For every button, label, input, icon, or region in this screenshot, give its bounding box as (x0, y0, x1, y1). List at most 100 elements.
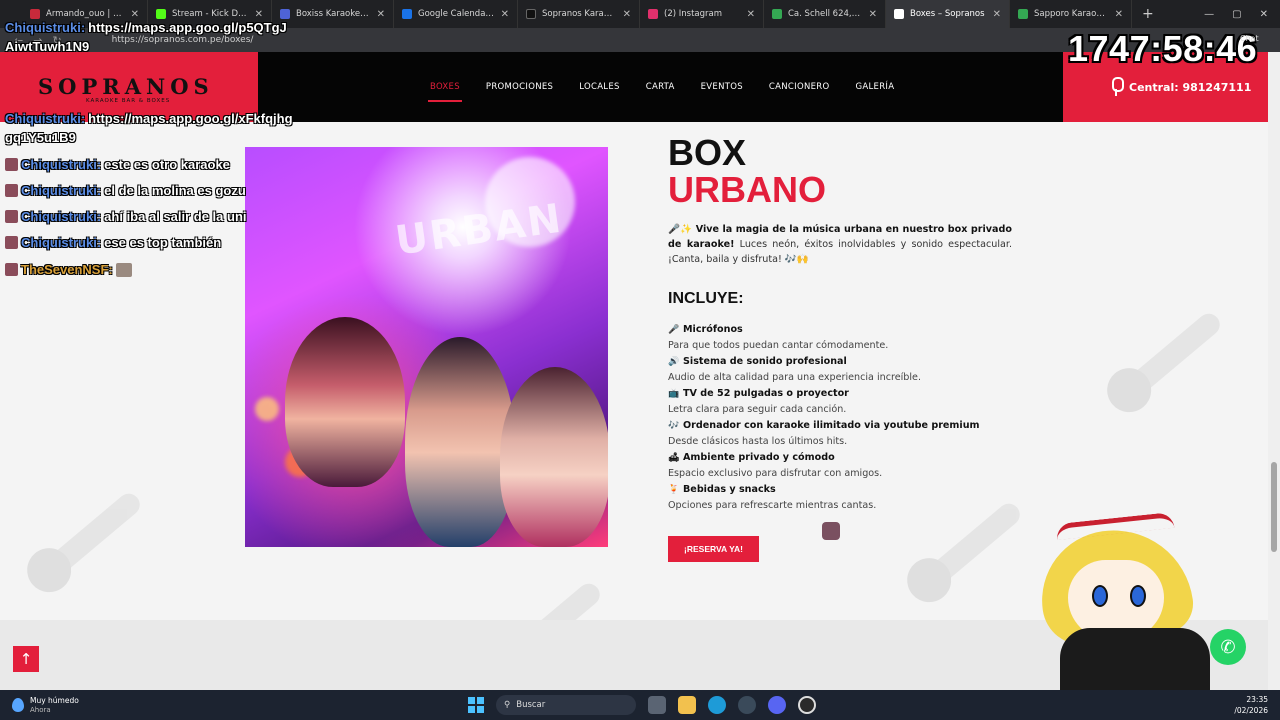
tab-9[interactable]: Sapporo Karaoke Bar &✕ (1010, 0, 1132, 28)
tab-7[interactable]: Ca. Schell 624, Miraflore✕ (764, 0, 886, 28)
minimize-icon[interactable]: — (1204, 9, 1214, 20)
feature-desc: Espacio exclusivo para disfrutar con ami… (668, 468, 883, 479)
new-tab-button[interactable]: + (1132, 6, 1164, 22)
close-tab-icon[interactable]: ✕ (869, 9, 877, 20)
task-view-icon[interactable] (648, 696, 666, 714)
character-eye-right (1130, 585, 1146, 607)
feature-title: Ambiente privado y cómodo (683, 452, 835, 463)
chat-text: https://maps.app.goo.gl/xFkfqjhg (88, 111, 293, 126)
avatar (5, 158, 18, 171)
humidity-icon (12, 698, 24, 712)
reserve-button[interactable]: ¡RESERVA YA! (668, 536, 759, 562)
chat-side-label[interactable]: Chat (1240, 34, 1259, 43)
close-tab-icon[interactable]: ✕ (501, 9, 509, 20)
feature-desc: Audio de alta calidad para una experienc… (668, 372, 922, 383)
arrow-up-icon: ↑ (19, 650, 33, 668)
nav-carta[interactable]: CARTA (646, 52, 675, 122)
chat-message: Chiquistruki: el de la molina es gozu (5, 183, 246, 198)
taskbar-search[interactable]: ⚲ Buscar (496, 695, 636, 715)
chat-username: TheSevenNSF: (21, 262, 113, 277)
weather-subtitle: Ahora (30, 706, 51, 714)
maps-icon (772, 9, 782, 19)
close-tab-icon[interactable]: ✕ (747, 9, 755, 20)
search-placeholder: Buscar (516, 700, 546, 710)
close-tab-icon[interactable]: ✕ (1115, 9, 1123, 20)
url-field[interactable]: https://sopranos.com.pe/boxes/ (112, 35, 254, 45)
tab-5[interactable]: Sopranos Karaoke & Bo✕ (518, 0, 640, 28)
nav-boxes[interactable]: BOXES (428, 52, 462, 122)
chat-username: Chiquistruki: (5, 20, 86, 35)
includes-heading: INCLUYE: (668, 290, 744, 307)
feature-computer: 🎶 Ordenador con karaoke ilimitado via you… (668, 418, 1028, 450)
tab-3[interactable]: Boxiss Karaoke - Dispon✕ (272, 0, 394, 28)
close-tab-icon[interactable]: ✕ (993, 9, 1001, 20)
cursor-icon (822, 522, 840, 540)
tab-8-active[interactable]: Boxes – Sopranos ✕ (886, 0, 1010, 28)
close-tab-icon[interactable]: ✕ (377, 9, 385, 20)
main-nav: BOXES PROMOCIONES LOCALES CARTA EVENTOS … (428, 52, 894, 122)
feature-desc: Para que todos puedan cantar cómodamente… (668, 340, 889, 351)
nav-eventos[interactable]: EVENTOS (701, 52, 743, 122)
anime-character-overlay (1030, 510, 1230, 690)
emote-icon (115, 262, 132, 277)
weather-widget[interactable]: Muy húmedo Ahora (0, 696, 79, 714)
tab-4[interactable]: Google Calendar - Sema✕ (394, 0, 518, 28)
chat-text: gq1Y5u1B9 (5, 130, 76, 145)
ccleaner-icon[interactable] (738, 696, 756, 714)
feature-title: TV de 52 pulgadas o proyector (683, 388, 849, 399)
stream-timer: 1747:58:46 (1068, 28, 1258, 69)
close-tab-icon[interactable]: ✕ (623, 9, 631, 20)
maps-icon (1018, 9, 1028, 19)
chat-message: Chiquistruki: ese es top también (5, 235, 221, 250)
chat-message: Chiquistruki: este es otro karaoke (5, 157, 230, 172)
nav-cancionero[interactable]: CANCIONERO (769, 52, 830, 122)
logo-subtitle: KARAOKE BAR & BOXES (86, 98, 171, 104)
feature-title: Ordenador con karaoke ilimitado via yout… (683, 420, 980, 431)
edge-icon[interactable] (708, 696, 726, 714)
obs-icon[interactable] (798, 696, 816, 714)
discord-icon[interactable] (768, 696, 786, 714)
instagram-icon (648, 9, 658, 19)
box-description: 🎤✨ Vive la magia de la música urbana en … (668, 222, 1012, 267)
close-window-icon[interactable]: ✕ (1260, 9, 1268, 20)
light-glow (255, 397, 279, 421)
chat-username: Chiquistruki: (5, 111, 86, 126)
chat-text: https://maps.app.goo.gl/p5QTgJ (88, 20, 287, 35)
scroll-to-top-button[interactable]: ↑ (13, 646, 39, 672)
box-urbano-photo: URBAN (245, 147, 608, 547)
background-mic-decoration (1125, 309, 1225, 397)
feature-title: Micrófonos (683, 324, 743, 335)
file-explorer-icon[interactable] (678, 696, 696, 714)
tab-favicon-icon (30, 9, 40, 19)
feature-list: 🎤 Micrófonos Para que todos puedan cantar… (668, 322, 1028, 514)
sopranos-favicon-icon (894, 9, 904, 19)
box-title-line2: URBANO (668, 169, 826, 210)
person-center (405, 337, 515, 547)
scrollbar-thumb[interactable] (1271, 462, 1277, 552)
chat-text: este es otro karaoke (104, 157, 230, 172)
avatar (5, 184, 18, 197)
avatar (5, 210, 18, 223)
maximize-icon[interactable]: ▢ (1232, 9, 1241, 20)
feature-drinks: 🍹 Bebidas y snacks Opciones para refresca… (668, 482, 1028, 514)
chat-message-cont: gq1Y5u1B9 (5, 130, 76, 145)
nav-promociones[interactable]: PROMOCIONES (486, 52, 553, 122)
tv-icon: 📺 (668, 388, 680, 399)
person-right (500, 367, 608, 547)
chat-text: el de la molina es gozu (104, 183, 246, 198)
nav-locales[interactable]: LOCALES (579, 52, 619, 122)
feature-title: Sistema de sonido profesional (683, 356, 847, 367)
feature-ambiente: 🛋 Ambiente privado y cómodo Espacio exclu… (668, 450, 1028, 482)
chat-text: ese es top también (104, 235, 222, 250)
nav-galeria[interactable]: GALERÍA (855, 52, 894, 122)
close-tab-icon[interactable]: ✕ (131, 9, 139, 20)
page-scrollbar[interactable] (1268, 52, 1280, 690)
close-tab-icon[interactable]: ✕ (255, 9, 263, 20)
weather-title: Muy húmedo (30, 696, 79, 705)
tab-6[interactable]: (2) Instagram ✕ (640, 0, 764, 28)
feature-title: Bebidas y snacks (683, 484, 776, 495)
music-notes-icon: 🎶 (668, 420, 680, 431)
taskbar-clock[interactable]: 23:35 /02/2026 (1224, 694, 1268, 716)
taskbar-center: ⚲ Buscar (468, 690, 816, 720)
windows-start-icon[interactable] (468, 697, 484, 713)
